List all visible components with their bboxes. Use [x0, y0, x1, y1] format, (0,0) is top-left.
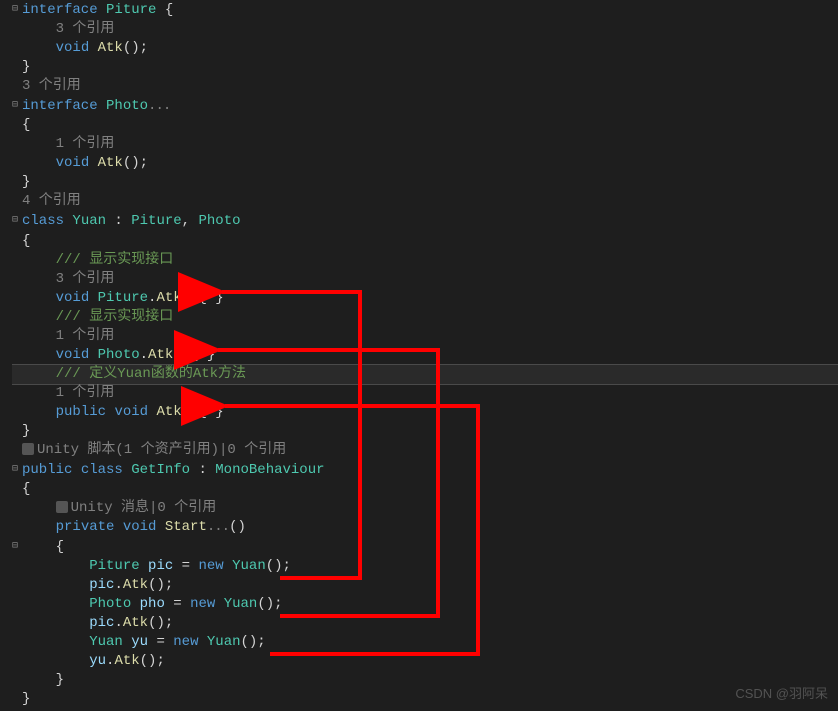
- reference-count[interactable]: 3 个引用: [22, 78, 81, 94]
- code-line: {: [12, 480, 838, 499]
- code-line: 3 个引用: [12, 270, 838, 289]
- code-line: ⊟class Yuan : Piture, Photo: [12, 211, 838, 231]
- code-line: }: [12, 58, 838, 77]
- code-line: void Photo.Atk(){ }: [12, 346, 838, 365]
- fold-icon[interactable]: ⊟: [12, 537, 22, 556]
- fold-icon[interactable]: ⊟: [12, 211, 22, 230]
- code-line: Yuan yu = new Yuan();: [12, 633, 838, 652]
- code-line: Piture pic = new Yuan();: [12, 557, 838, 576]
- fold-icon[interactable]: ⊟: [12, 0, 22, 19]
- code-line: private void Start...(): [12, 518, 838, 537]
- code-line: }: [12, 173, 838, 192]
- code-line-highlighted: /// 定义Yuan函数的Atk方法: [12, 364, 838, 385]
- code-line: }: [12, 690, 838, 709]
- reference-count[interactable]: 4 个引用: [22, 193, 81, 209]
- reference-count[interactable]: Unity 脚本(1 个资产引用)|0 个引用: [37, 442, 286, 458]
- code-line: Unity 消息|0 个引用: [12, 499, 838, 518]
- code-line: Unity 脚本(1 个资产引用)|0 个引用: [12, 441, 838, 460]
- code-line: {: [12, 116, 838, 135]
- code-line: void Atk();: [12, 154, 838, 173]
- reference-count[interactable]: Unity 消息|0 个引用: [71, 500, 217, 516]
- code-line: /// 显示实现接口: [12, 251, 838, 270]
- code-line: 4 个引用: [12, 192, 838, 211]
- code-line: 1 个引用: [12, 327, 838, 346]
- code-line: pic.Atk();: [12, 576, 838, 595]
- code-line: void Piture.Atk(){ }: [12, 289, 838, 308]
- code-line: 3 个引用: [12, 20, 838, 39]
- code-line: 1 个引用: [12, 135, 838, 154]
- reference-count[interactable]: 1 个引用: [56, 385, 115, 401]
- code-line: pic.Atk();: [12, 614, 838, 633]
- unity-icon: [22, 443, 34, 455]
- code-line: void Atk();: [12, 39, 838, 58]
- code-line: yu.Atk();: [12, 652, 838, 671]
- code-line: public void Atk(){ }: [12, 403, 838, 422]
- code-line: ⊟interface Photo...: [12, 96, 838, 116]
- code-line: /// 显示实现接口: [12, 308, 838, 327]
- reference-count[interactable]: 1 个引用: [56, 136, 115, 152]
- code-line: ⊟public class GetInfo : MonoBehaviour: [12, 460, 838, 480]
- code-line: 1 个引用: [12, 384, 838, 403]
- fold-icon[interactable]: ⊟: [12, 96, 22, 115]
- reference-count[interactable]: 3 个引用: [56, 21, 115, 37]
- code-line: {: [12, 232, 838, 251]
- code-line: 3 个引用: [12, 77, 838, 96]
- code-line: Photo pho = new Yuan();: [12, 595, 838, 614]
- code-line: ⊟interface Piture {: [12, 0, 838, 20]
- code-line: }: [12, 422, 838, 441]
- unity-icon: [56, 501, 68, 513]
- reference-count[interactable]: 1 个引用: [56, 328, 115, 344]
- watermark-text: CSDN @羽阿呆: [735, 684, 828, 703]
- fold-icon[interactable]: ⊟: [12, 460, 22, 479]
- code-editor: ⊟interface Piture { 3 个引用 void Atk(); } …: [0, 0, 838, 709]
- code-line: }: [12, 671, 838, 690]
- reference-count[interactable]: 3 个引用: [56, 271, 115, 287]
- code-line: ⊟ {: [12, 537, 838, 557]
